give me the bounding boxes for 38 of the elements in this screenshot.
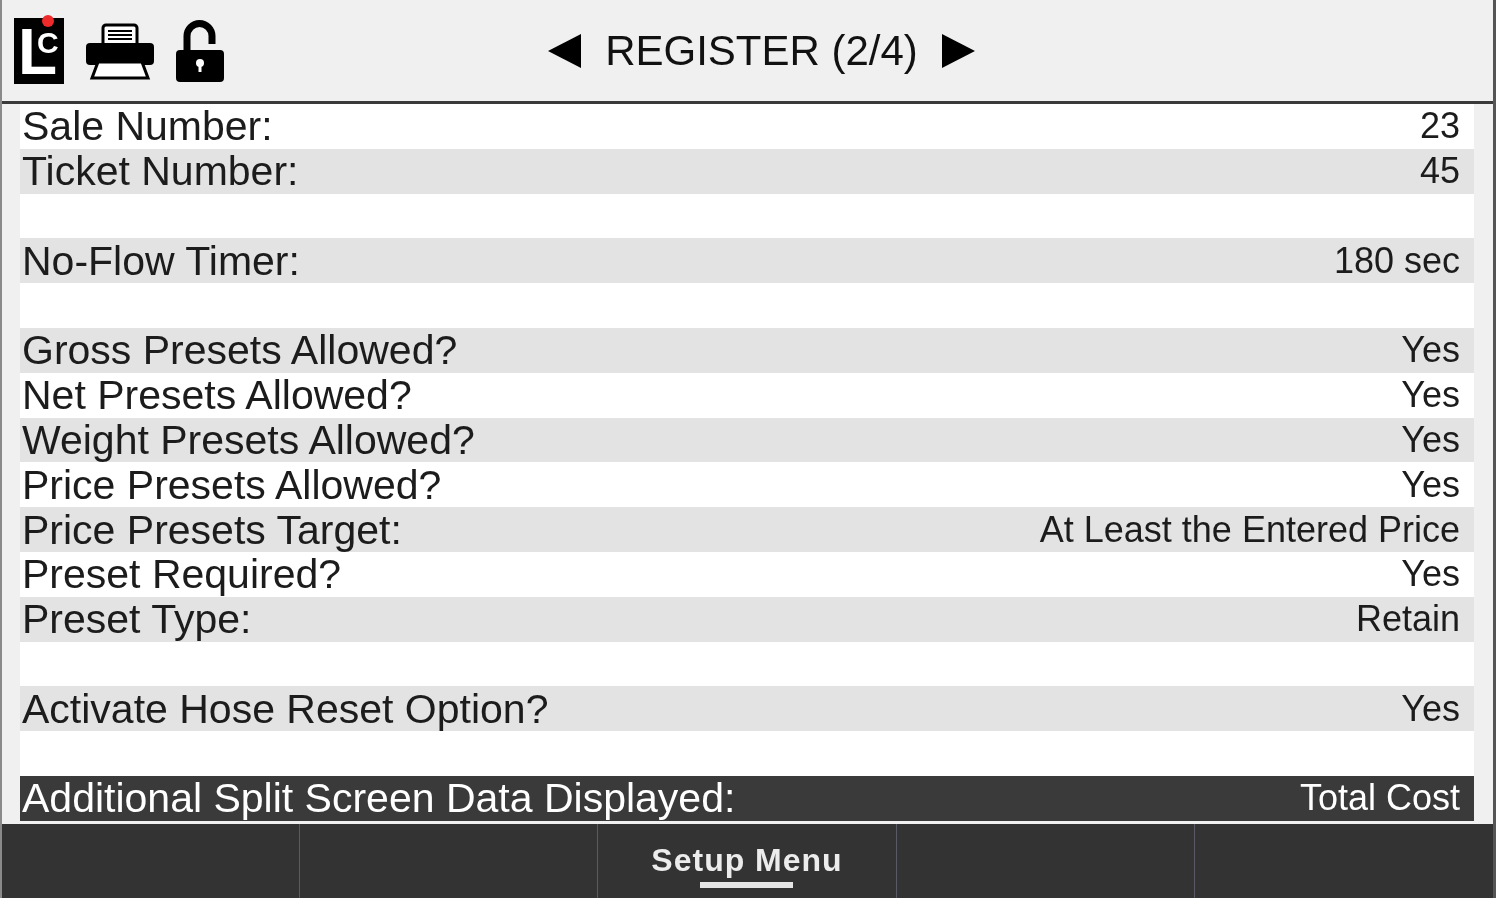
setting-label: Gross Presets Allowed? (21, 328, 458, 373)
open-padlock-icon[interactable] (176, 19, 224, 82)
setting-value: Yes (1401, 328, 1461, 373)
setting-label: Ticket Number: (21, 149, 299, 194)
setting-value: Yes (1401, 462, 1461, 507)
setting-label: Activate Hose Reset Option? (21, 686, 549, 731)
setting-row[interactable]: No-Flow Timer: 180 sec (20, 238, 1474, 284)
setting-label: Preset Type: (21, 597, 252, 642)
setting-value: At Least the Entered Price (1039, 507, 1461, 552)
indicator-bar-icon (700, 882, 794, 888)
setting-row[interactable]: Ticket Number: 45 (20, 148, 1474, 194)
left-triangle-icon[interactable] (548, 33, 582, 68)
setting-value: Retain (1355, 597, 1461, 642)
setting-label: Price Presets Target: (21, 507, 402, 552)
setting-label: Price Presets Allowed? (21, 462, 442, 507)
setting-value: 45 (1419, 149, 1461, 194)
setting-value: Yes (1401, 686, 1461, 731)
setting-label: Net Presets Allowed? (21, 373, 412, 418)
setting-value: Total Cost (1299, 776, 1461, 821)
setting-row[interactable]: Weight Presets Allowed? Yes (20, 417, 1474, 463)
setting-value: Yes (1401, 417, 1461, 462)
setting-label: No-Flow Timer: (21, 238, 300, 283)
page-title: REGISTER (2/4) (605, 26, 918, 75)
setting-row[interactable]: Additional Split Screen Data Displayed: Total Cost (20, 775, 1474, 821)
setting-row[interactable]: Price Presets Target: At Least the Entered Price (20, 507, 1474, 552)
setting-row[interactable]: Activate Hose Reset Option? Yes (20, 686, 1474, 732)
setting-label: Preset Required? (21, 552, 342, 597)
setting-label: Weight Presets Allowed? (21, 417, 475, 462)
setting-label: Additional Split Screen Data Displayed: (21, 776, 736, 821)
setting-row[interactable]: Gross Presets Allowed? Yes (20, 328, 1474, 373)
printer-icon[interactable] (86, 21, 154, 80)
setting-value: Yes (1401, 373, 1461, 418)
right-triangle-icon[interactable] (941, 33, 975, 68)
setting-value: Yes (1401, 552, 1461, 597)
setting-value: 180 sec (1333, 238, 1461, 283)
setting-row[interactable]: Preset Type: Retain (20, 596, 1474, 642)
setting-value: 23 (1419, 104, 1461, 149)
setting-label: Sale Number: (21, 104, 273, 149)
